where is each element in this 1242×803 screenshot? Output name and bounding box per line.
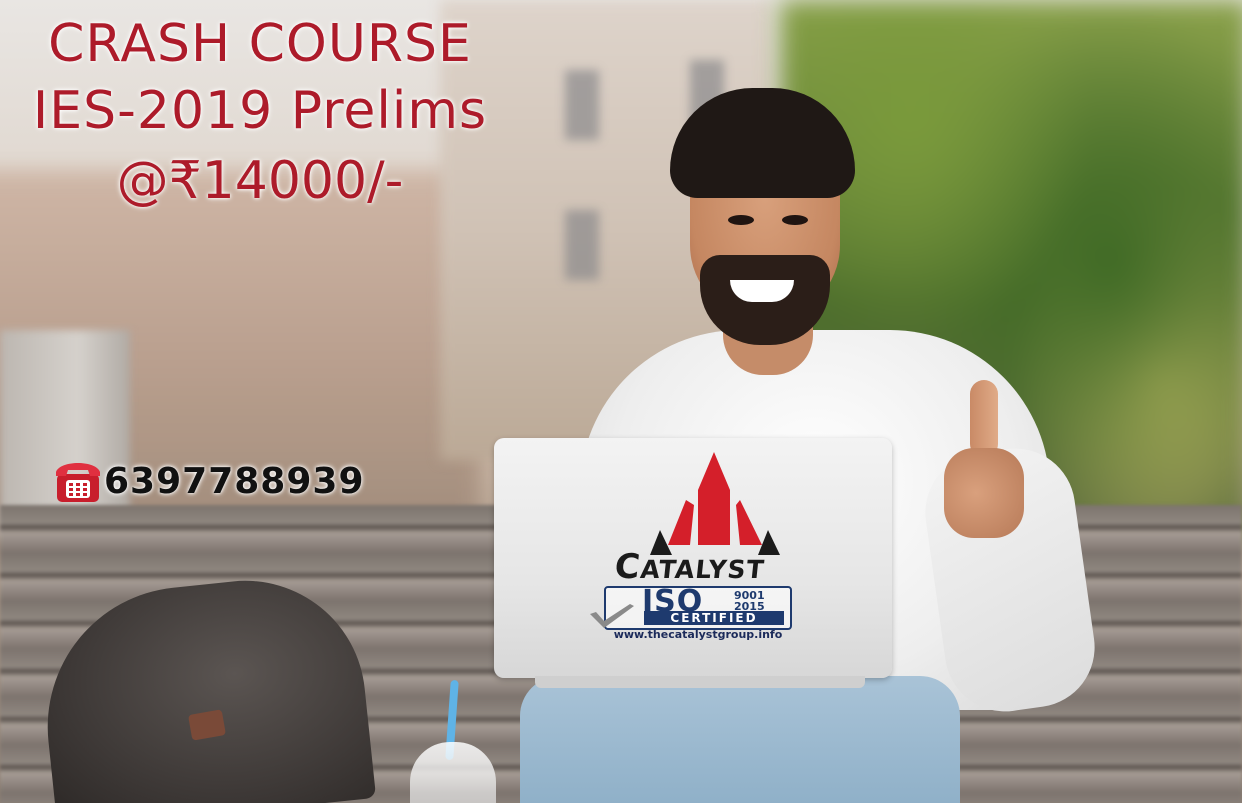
telephone-icon — [56, 463, 100, 502]
headline-line-2: IES-2019 Prelims — [32, 81, 488, 141]
logo-tower-left — [668, 500, 694, 545]
phone-number[interactable]: 6397788939 — [104, 461, 365, 502]
checkmark-icon — [590, 604, 634, 628]
website-url: www.thecatalystgroup.info — [613, 628, 783, 641]
brand-name: C ATALYST — [602, 547, 778, 587]
headline-price: @₹14000/- — [116, 151, 404, 211]
contact-phone: 6397788939 — [54, 458, 365, 504]
brand-name-rest: ATALYST — [638, 555, 767, 584]
headline: CRASH COURSE IES-2019 Prelims @₹14000/- — [0, 12, 520, 216]
ad-banner: C ATALYST ISO 9001 2015 CERTIFIED www.th… — [0, 0, 1242, 803]
iso-years: 9001 2015 — [734, 590, 765, 612]
logo-tower-right — [736, 500, 762, 545]
headline-line-1: CRASH COURSE — [48, 14, 472, 74]
iso-certified-label: CERTIFIED — [644, 611, 784, 625]
logo-tower-center — [698, 452, 730, 545]
